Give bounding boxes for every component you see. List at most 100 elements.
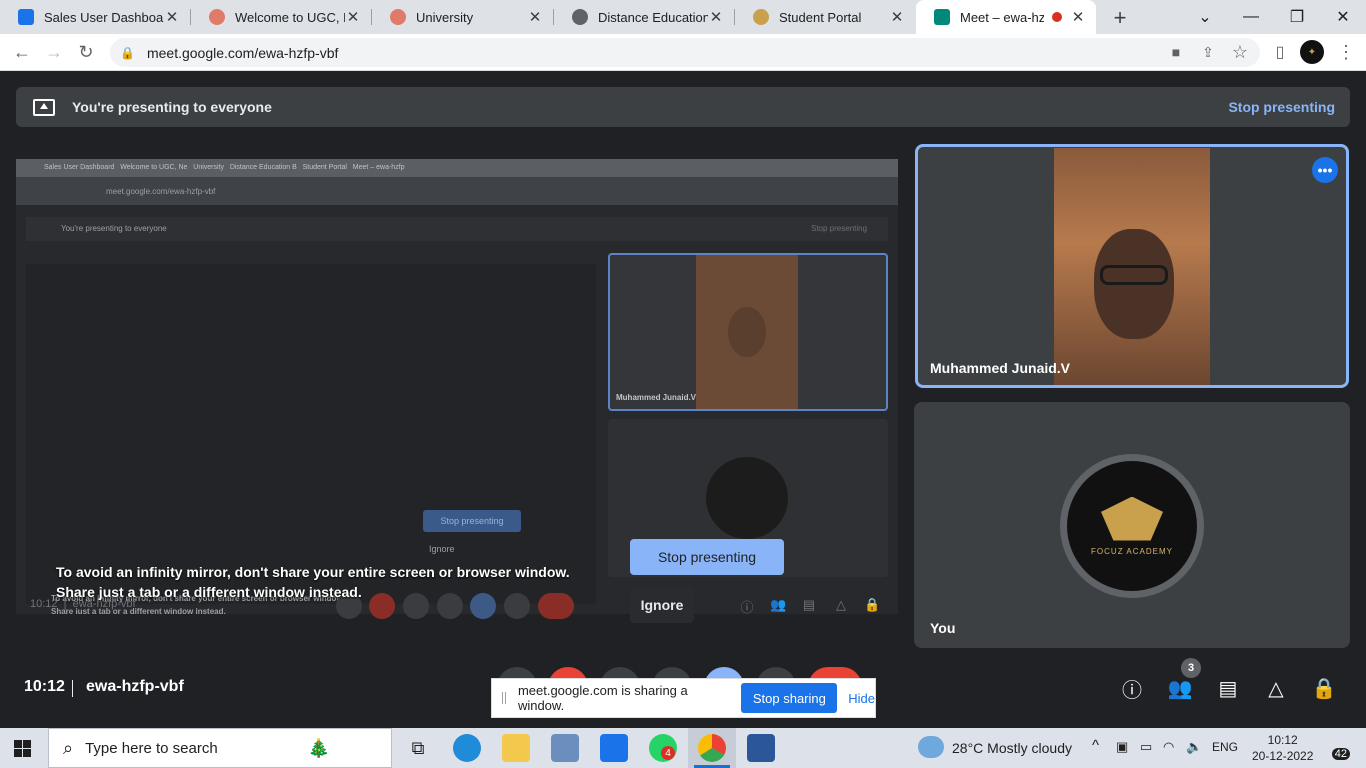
activities-icon[interactable]: △ <box>1263 675 1289 701</box>
reload-icon[interactable]: ↻ <box>74 40 98 64</box>
focuz-academy-logo: FOCUZ ACADEMY <box>1067 461 1197 591</box>
hide-link[interactable]: Hide <box>848 691 875 706</box>
recording-dot-icon <box>1052 12 1062 22</box>
present-screen-icon <box>33 98 55 116</box>
share-icon[interactable]: ⇪ <box>1196 40 1220 64</box>
tab-search-chevron-icon[interactable]: ⌄ <box>1182 0 1228 34</box>
mirror-host-controls-icon: 🔒 <box>864 597 881 612</box>
meet-tray-icon[interactable]: ▣ <box>1116 739 1128 755</box>
system-clock[interactable]: 10:12 20-12-2022 <box>1252 732 1313 764</box>
mirror-nested-preview <box>26 264 596 604</box>
bookmark-star-icon[interactable]: ☆ <box>1228 40 1252 64</box>
chrome-icon[interactable] <box>698 734 726 762</box>
meeting-details-icon[interactable]: ⓘ <box>1119 675 1145 702</box>
close-tab-icon[interactable]: ✕ <box>527 8 543 26</box>
address-bar[interactable]: 🔒 meet.google.com/ewa-hzfp-vbf <box>110 38 1260 67</box>
banner-stop-presenting-link[interactable]: Stop presenting <box>1228 99 1335 115</box>
globe-icon <box>572 9 588 25</box>
chat-icon[interactable]: ▤ <box>1215 675 1241 701</box>
mirror-ignore: Ignore <box>429 544 455 554</box>
mirror-banner-stop: Stop presenting <box>811 224 868 233</box>
participant-tile-main[interactable]: Muhammed Junaid.V ••• <box>915 144 1349 388</box>
windows-start-icon[interactable] <box>14 740 31 757</box>
tab-distance-education[interactable]: Distance Education Bu ✕ <box>554 0 734 34</box>
side-panel-icon[interactable]: ▯ <box>1268 40 1292 64</box>
volume-icon[interactable]: 🔈 <box>1186 739 1202 755</box>
search-icon: ⌕ <box>63 737 74 758</box>
crest-icon <box>1101 496 1163 541</box>
task-view-icon[interactable]: ⧉ <box>404 734 432 762</box>
file-explorer-icon[interactable] <box>502 734 530 762</box>
word-icon[interactable] <box>747 734 775 762</box>
language-indicator[interactable]: ENG <box>1212 740 1238 754</box>
search-highlight-icon: 🎄 <box>307 737 331 758</box>
tab-sales-dashboard[interactable]: Sales User Dashboard ✕ <box>0 0 190 34</box>
back-icon[interactable]: ← <box>10 40 34 64</box>
host-controls-icon[interactable]: 🔒 <box>1311 675 1337 701</box>
mail-icon[interactable] <box>600 734 628 762</box>
people-icon[interactable]: 👥 <box>1167 675 1193 701</box>
battery-icon[interactable]: ▭ <box>1140 739 1152 755</box>
mirror-face <box>728 307 766 357</box>
clock-date: 20-12-2022 <box>1252 749 1314 763</box>
ignore-button[interactable]: Ignore <box>630 587 694 623</box>
notification-count: 42 <box>1331 748 1350 760</box>
window-sharing-bar: meet.google.com is sharing a window. Sto… <box>491 678 876 718</box>
clock-time: 10:12 <box>1267 733 1298 747</box>
participant-glasses <box>1100 265 1168 285</box>
tab-meet[interactable]: Meet – ewa-hzfp- ✕ <box>916 0 1096 34</box>
people-count-badge: 3 <box>1181 658 1201 678</box>
meeting-time: 10:12 <box>24 678 65 695</box>
profile-avatar[interactable]: ✦ <box>1300 40 1324 64</box>
presenting-banner: You're presenting to everyone Stop prese… <box>16 87 1350 127</box>
close-tab-icon[interactable]: ✕ <box>164 8 180 26</box>
footer-divider <box>72 680 73 697</box>
student-portal-favicon-icon <box>753 9 769 25</box>
close-tab-icon[interactable]: ✕ <box>889 8 905 26</box>
weather-text[interactable]: 28°C Mostly cloudy <box>952 740 1072 756</box>
mirror-tab-titles: Sales User Dashboard Welcome to UGC, Ne … <box>44 164 405 171</box>
participant-tile-you[interactable]: FOCUZ ACADEMY You <box>914 402 1350 648</box>
you-label: You <box>930 620 956 636</box>
whatsapp-badge: 4 <box>661 746 675 760</box>
store-icon[interactable] <box>551 734 579 762</box>
lock-icon: 🔒 <box>120 45 135 60</box>
menu-kebab-icon[interactable]: ⋮ <box>1334 40 1358 64</box>
warning-line-1: To avoid an infinity mirror, don't share… <box>56 564 570 580</box>
presenting-banner-text: You're presenting to everyone <box>72 99 272 115</box>
camera-icon[interactable]: ■ <box>1164 40 1188 64</box>
close-window-icon[interactable]: ✕ <box>1320 0 1366 34</box>
weather-cloud-icon <box>918 736 944 758</box>
tab-university[interactable]: University ✕ <box>372 0 553 34</box>
browser-tab-strip: Sales User Dashboard ✕ Welcome to UGC, N… <box>0 0 1366 34</box>
show-hidden-icons-chevron[interactable]: ^ <box>1092 737 1099 754</box>
dashboard-favicon-icon <box>18 9 34 25</box>
mirror-url: meet.google.com/ewa-hzfp-vbf <box>106 187 216 196</box>
tab-student-portal[interactable]: Student Portal ✕ <box>735 0 915 34</box>
close-tab-icon[interactable]: ✕ <box>345 8 361 26</box>
minimize-icon[interactable]: — <box>1228 0 1274 34</box>
mirror-banner-text: You're presenting to everyone <box>61 224 167 233</box>
mirror-info-icon: ⓘ <box>740 600 754 615</box>
participant-name: Muhammed Junaid.V <box>930 360 1071 376</box>
browser-toolbar: ← → ↻ 🔒 meet.google.com/ewa-hzfp-vbf ■ ⇪… <box>0 34 1366 71</box>
close-tab-icon[interactable]: ✕ <box>1070 8 1086 26</box>
stop-sharing-button[interactable]: Stop sharing <box>741 683 838 713</box>
warning-line-2: Share just a tab or a different window i… <box>56 584 362 600</box>
mirror-activities-icon: △ <box>836 597 846 612</box>
mirror-you-avatar <box>706 457 788 539</box>
edge-icon[interactable] <box>453 734 481 762</box>
drag-handle-icon[interactable] <box>502 692 506 704</box>
tab-ugc[interactable]: Welcome to UGC, New ✕ <box>191 0 371 34</box>
mirror-stop-presenting: Stop presenting <box>423 510 521 532</box>
stop-presenting-button[interactable]: Stop presenting <box>630 539 784 575</box>
restore-icon[interactable]: ❐ <box>1274 0 1320 34</box>
new-tab-icon[interactable]: + <box>1110 5 1130 31</box>
you-avatar-ring: FOCUZ ACADEMY <box>1060 454 1204 598</box>
more-options-icon[interactable]: ••• <box>1312 157 1338 183</box>
taskbar-search-box[interactable]: ⌕ Type here to search 🎄 <box>48 728 392 768</box>
close-tab-icon[interactable]: ✕ <box>708 8 724 26</box>
forward-icon[interactable]: → <box>42 40 66 64</box>
notification-center-icon[interactable]: 42 <box>1322 736 1350 760</box>
wifi-icon[interactable]: ◠ <box>1163 739 1174 755</box>
